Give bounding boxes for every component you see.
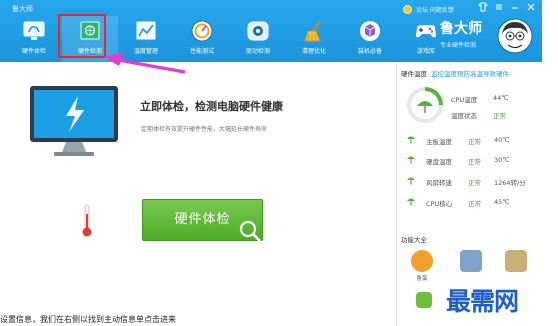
magnifier-icon <box>239 220 261 242</box>
cpu-gauge-icon <box>407 87 443 123</box>
minimize-button[interactable] <box>509 2 521 14</box>
sensor-row: CPU核心 正常 45℃ <box>426 198 510 208</box>
tool-item[interactable]: 鲁蛋 <box>406 250 438 290</box>
menu-icon[interactable] <box>493 2 505 14</box>
tools-title: 功能大全 <box>401 236 427 244</box>
topbar-links-text[interactable]: 论坛 问题反馈 <box>416 5 454 14</box>
page-edge <box>542 0 558 326</box>
cpu-temp-row: CPU温度 44℃ <box>451 94 509 104</box>
skin-icon[interactable] <box>477 2 489 14</box>
mascot-avatar-icon <box>497 18 533 54</box>
brand-slogan: 专业硬件检测 <box>440 42 477 49</box>
nav-label: 性能测试 <box>189 48 214 55</box>
temperature-panel-header: 硬件温度 监控温度预防高温导致硬件 <box>401 68 509 78</box>
cpu-temp-value: 44℃ <box>493 94 509 102</box>
sensor-value: 45℃ <box>494 198 510 206</box>
chart-icon <box>136 21 156 40</box>
sensor-status: 正常 <box>468 158 481 166</box>
app-title: 鲁大师 <box>12 5 33 13</box>
sensor-icon <box>407 198 415 206</box>
topbar-links[interactable]: 论坛 问题反馈 <box>403 3 454 15</box>
nav-label: 游戏库 <box>416 48 435 55</box>
nav-label: 装机必备 <box>357 48 382 55</box>
nav-label: 温度管理 <box>133 48 158 55</box>
sensor-name: 硬盘温度 <box>426 158 452 166</box>
sensor-status: 正常 <box>468 138 481 146</box>
sensor-status: 正常 <box>468 179 481 187</box>
nav-item-driver[interactable]: 驱动检测 <box>230 16 286 62</box>
brand-name: 鲁大师 <box>440 21 482 37</box>
sensor-icon <box>407 177 415 185</box>
panel-subtitle: 监控温度预防高温导致硬件 <box>431 70 509 78</box>
monitor-illustration-icon <box>30 86 118 156</box>
app-window: 鲁大师 论坛 问题反馈 硬件体检 硬件检测 温度管理 性能测试 驱动检测 清理优… <box>0 0 558 326</box>
speedometer-icon <box>191 20 213 42</box>
tool-icon <box>505 250 527 272</box>
coin-icon <box>403 4 412 14</box>
gamepad-icon <box>416 25 436 38</box>
tool-label: 鲁蛋 <box>416 276 428 282</box>
panel-title: 硬件温度 <box>401 70 427 78</box>
highlight-box <box>58 14 106 58</box>
tool-icon <box>416 292 432 308</box>
tool-item[interactable] <box>408 292 440 326</box>
panel-divider <box>396 62 397 326</box>
sensor-value: 30℃ <box>494 156 510 164</box>
sensor-row: 主板温度 正常 40℃ <box>426 136 510 146</box>
sensor-icon <box>407 136 415 144</box>
sensor-icon <box>407 156 415 164</box>
nav-item-temperature[interactable]: 温度管理 <box>118 16 174 62</box>
nav-item-performance[interactable]: 性能测试 <box>174 16 230 62</box>
sensor-value: 40℃ <box>494 136 510 144</box>
sensor-status: 正常 <box>468 200 481 208</box>
nav-label: 驱动检测 <box>245 48 270 55</box>
thermometer-icon <box>82 204 92 237</box>
egg-icon <box>411 250 433 272</box>
nav-item-cleanup[interactable]: 清理优化 <box>286 16 342 62</box>
page-headline: 立即体检，检测电脑硬件健康 <box>140 100 283 113</box>
sensor-name: 主板温度 <box>426 138 452 146</box>
sensor-row: 硬盘温度 正常 30℃ <box>426 156 510 166</box>
driver-icon <box>247 21 269 41</box>
close-button[interactable] <box>525 2 537 14</box>
temp-state-value: 正常 <box>493 112 506 120</box>
sensor-name: CPU核心 <box>426 200 453 208</box>
monitor-icon <box>23 21 45 40</box>
temp-state-label: 温度状态 <box>451 112 477 120</box>
nav-item-hardware-checkup[interactable]: 硬件体检 <box>6 16 62 62</box>
nav-item-essentials[interactable]: 装机必备 <box>342 16 398 62</box>
package-icon <box>360 21 380 41</box>
broom-icon <box>304 20 321 42</box>
sensor-name: 风扇转速 <box>426 179 452 187</box>
cpu-temp-label: CPU温度 <box>451 96 478 104</box>
bottom-caption: 设置信息，我们在右侧以找到主动信息单点击进来 <box>0 315 176 324</box>
watermark: 最需网 <box>446 287 519 316</box>
tool-icon <box>460 250 482 272</box>
temp-state-row: 温度状态 正常 <box>451 110 506 120</box>
nav-label: 清理优化 <box>301 48 326 55</box>
brand: 鲁大师 专业硬件检测 <box>440 18 482 49</box>
sensor-value: 1264转/分 <box>494 179 526 187</box>
sensor-row: 风扇转速 正常 1264转/分 <box>426 177 526 187</box>
page-subline: 定期体检有效提升硬件性能，大幅延长硬件寿命 <box>141 126 268 133</box>
nav-label: 硬件体检 <box>21 48 46 55</box>
